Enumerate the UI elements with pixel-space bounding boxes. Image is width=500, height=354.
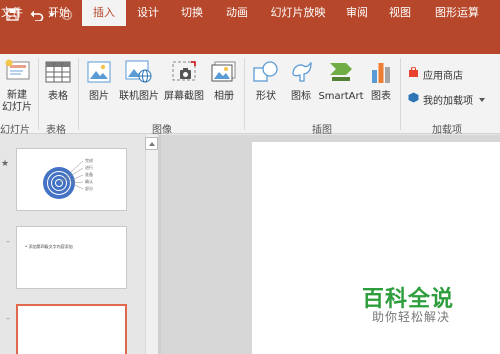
tab-shape-operations[interactable]: 图形运算 [430, 0, 484, 25]
photo-album-button[interactable]: 相册 [208, 56, 240, 114]
tab-file[interactable]: 文件 [0, 0, 24, 25]
tab-view[interactable]: 视图 [383, 0, 417, 25]
target-diagram [43, 160, 84, 199]
addins-group-label: 加载项 [432, 125, 462, 136]
insert-picture-button[interactable]: 图片 [84, 56, 114, 114]
group-separator [400, 58, 401, 130]
store-label: 应用商店 [423, 70, 463, 82]
icons-icon [289, 56, 313, 88]
screenshot-label: 屏幕截图 [164, 91, 204, 102]
smartart-icon [328, 56, 354, 88]
slide-thumbnail-1[interactable]: 完成 进行 准备 确认 部分 [16, 148, 127, 211]
table-icon [45, 56, 71, 88]
shapes-icon [253, 56, 279, 88]
slide-marker: – [6, 237, 10, 246]
icons-button[interactable]: 图标 [286, 56, 316, 114]
tab-home[interactable]: 开始 [42, 0, 76, 25]
insert-table-button[interactable]: 表格 [42, 56, 74, 114]
smartart-label: SmartArt [318, 91, 364, 102]
tab-transitions[interactable]: 切换 [175, 0, 209, 25]
new-slide-icon [3, 56, 31, 87]
panel-splitter[interactable] [158, 135, 161, 354]
online-picture-icon [125, 56, 153, 88]
scroll-up-button[interactable] [145, 137, 158, 150]
store-button[interactable]: 应用商店 [408, 65, 463, 83]
tab-design[interactable]: 设计 [131, 0, 165, 25]
table-label: 表格 [48, 91, 68, 102]
slides-group-label: 幻灯片 [0, 125, 30, 136]
picture-label: 图片 [89, 91, 109, 102]
album-label: 相册 [214, 91, 234, 102]
slide-2-text: • 添加第四级文字内容添加 [25, 244, 73, 249]
table-group-label: 表格 [46, 125, 66, 136]
chart-icon [370, 56, 392, 88]
shapes-button[interactable]: 形状 [250, 56, 282, 114]
tab-review[interactable]: 审阅 [340, 0, 374, 25]
picture-icon [87, 56, 111, 88]
group-separator [244, 58, 245, 130]
chart-button[interactable]: 图表 [366, 56, 396, 114]
my-addins-dropdown-icon[interactable] [479, 94, 485, 105]
tab-insert[interactable]: 插入 [82, 0, 126, 26]
shapes-label: 形状 [256, 91, 276, 102]
target-label: 确认 [85, 179, 93, 184]
chart-label: 图表 [371, 91, 391, 102]
photo-album-icon [211, 56, 237, 88]
illustrations-group-label: 插图 [312, 125, 332, 136]
online-picture-label: 联机图片 [119, 91, 159, 102]
smartart-button[interactable]: SmartArt [318, 56, 364, 114]
slide-star-icon: ★ [1, 159, 10, 169]
slide-thumbnail-3-selected[interactable] [16, 304, 127, 354]
screenshot-button[interactable]: 屏幕截图 [162, 56, 206, 114]
tab-animations[interactable]: 动画 [220, 0, 254, 25]
target-label: 进行 [85, 165, 93, 170]
watermark-subtitle: 助你轻松解决 [372, 310, 451, 324]
tab-slideshow[interactable]: 幻灯片放映 [268, 0, 328, 25]
group-separator [78, 58, 79, 130]
online-picture-button[interactable]: 联机图片 [118, 56, 160, 114]
new-slide-label-line2: 幻灯片 [2, 102, 32, 113]
slide-thumbnail-2[interactable]: • 添加第四级文字内容添加 [16, 226, 127, 289]
slide-marker: – [6, 314, 10, 323]
screenshot-icon [171, 56, 197, 88]
images-group-label: 图像 [152, 125, 172, 136]
target-label: 部分 [85, 186, 93, 191]
my-addins-icon [408, 92, 419, 106]
panel-scrollbar[interactable] [145, 135, 158, 354]
store-icon [408, 66, 419, 81]
my-addins-label: 我的加载项 [423, 95, 473, 107]
my-addins-button[interactable]: 我的加载项 [408, 90, 485, 108]
ribbon-tab-bar [0, 29, 500, 54]
group-separator [38, 58, 39, 130]
target-label: 完成 [85, 158, 93, 163]
icons-label: 图标 [291, 91, 311, 102]
target-label: 准备 [85, 172, 93, 177]
target-labels: 完成 进行 准备 确认 部分 [85, 157, 93, 192]
new-slide-label-line1: 新建 [7, 90, 27, 101]
new-slide-button[interactable]: 新建 幻灯片 [0, 56, 34, 114]
